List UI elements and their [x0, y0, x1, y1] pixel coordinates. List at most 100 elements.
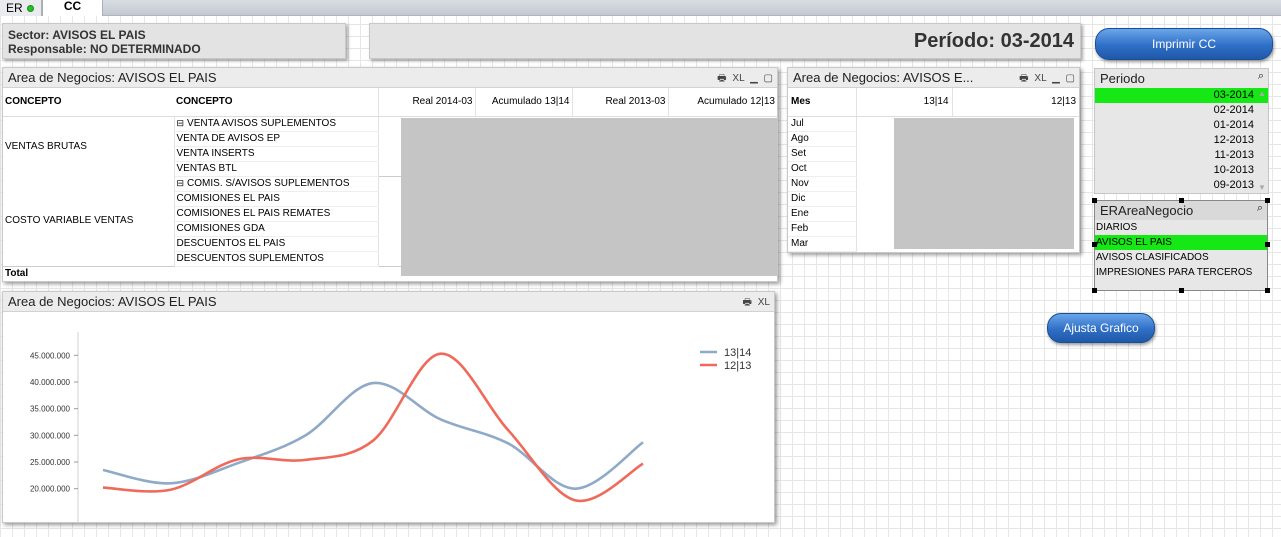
- mes-cell[interactable]: Nov: [788, 176, 857, 192]
- minimize-icon[interactable]: ▁: [750, 73, 758, 84]
- resize-handle[interactable]: [1179, 198, 1184, 203]
- resize-handle[interactable]: [1092, 198, 1097, 203]
- maximize-icon[interactable]: ▢: [764, 73, 773, 84]
- y-tick-label: 30.000.000: [30, 431, 71, 440]
- mes-table-panel: Area de Negocios: AVISOS E... 🖶 XL ▁ ▢ M…: [787, 67, 1080, 253]
- maximize-icon[interactable]: ▢: [1066, 73, 1075, 84]
- resize-handle[interactable]: [1265, 198, 1270, 203]
- col-header[interactable]: Mes: [788, 88, 856, 117]
- status-dot-icon: [26, 5, 34, 13]
- search-icon[interactable]: ⌕: [1258, 70, 1264, 83]
- print-icon[interactable]: 🖶: [743, 297, 752, 308]
- list-item[interactable]: 09-2013: [1095, 178, 1268, 193]
- tab-bar: [0, 0, 1281, 16]
- list-item[interactable]: IMPRESIONES PARA TERCEROS: [1095, 265, 1267, 280]
- concept-cell[interactable]: COMISIONES EL PAIS: [174, 191, 379, 207]
- mes-cell[interactable]: Oct: [788, 161, 857, 177]
- minimize-icon[interactable]: ▁: [1052, 73, 1060, 84]
- col-header[interactable]: CONCEPTO: [174, 88, 378, 117]
- tab-er-label: ER: [6, 1, 23, 15]
- col-header[interactable]: Real 2013-03: [571, 88, 668, 117]
- area-negocio-listbox: ERAreaNegocio ⌕ DIARIOS AVISOS EL PAIS A…: [1092, 198, 1270, 293]
- mes-header-row: Mes 13|14 12|13: [788, 88, 1079, 117]
- concept-cell[interactable]: VENTA AVISOS SUPLEMENTOS: [174, 116, 379, 132]
- mes-cell[interactable]: Ago: [788, 131, 857, 147]
- tab-cc[interactable]: CC: [42, 0, 103, 16]
- responsable-label: Responsable: NO DETERMINADO: [8, 42, 201, 56]
- y-tick-label: 40.000.000: [30, 378, 71, 387]
- y-tick-label: 35.000.000: [30, 405, 71, 414]
- xl-icon[interactable]: XL: [1034, 73, 1046, 84]
- xl-icon[interactable]: XL: [758, 297, 770, 308]
- group-label[interactable]: COSTO VARIABLE VENTAS: [3, 176, 175, 266]
- mes-title: Area de Negocios: AVISOS E...: [793, 70, 974, 85]
- scroll-up-icon[interactable]: ▲: [1257, 89, 1267, 99]
- col-header[interactable]: Acumulado 13|14: [474, 88, 572, 117]
- col-header[interactable]: Real 2014-03: [377, 88, 475, 117]
- tab-er[interactable]: ER: [0, 0, 42, 16]
- series-line-13-14: [102, 381, 644, 490]
- pivot-caption: Area de Negocios: AVISOS EL PAIS 🖶 XL ▁ …: [3, 68, 777, 88]
- list-item[interactable]: 02-2014: [1095, 103, 1268, 118]
- area-listbox-title: ERAreaNegocio ⌕: [1095, 201, 1267, 220]
- mes-cell[interactable]: Mar: [788, 236, 857, 252]
- imprimir-cc-button[interactable]: Imprimir CC: [1095, 28, 1273, 60]
- resize-handle[interactable]: [1265, 242, 1270, 247]
- resize-handle[interactable]: [1265, 288, 1270, 293]
- line-chart-panel: Area de Negocios: AVISOS EL PAIS 🖶 XL 20…: [2, 291, 775, 523]
- chart-caption: Area de Negocios: AVISOS EL PAIS 🖶 XL: [3, 292, 774, 312]
- redacted-values-area: [894, 118, 1074, 249]
- list-item[interactable]: 10-2013: [1095, 163, 1268, 178]
- mes-caption: Area de Negocios: AVISOS E... 🖶 XL ▁ ▢: [788, 68, 1079, 88]
- col-header[interactable]: CONCEPTO: [3, 88, 174, 117]
- chart-title: Area de Negocios: AVISOS EL PAIS: [8, 294, 217, 309]
- concept-cell[interactable]: VENTAS BTL: [174, 161, 379, 177]
- pivot-table-panel: Area de Negocios: AVISOS EL PAIS 🖶 XL ▁ …: [2, 67, 778, 282]
- print-icon[interactable]: 🖶: [1019, 73, 1028, 84]
- print-icon[interactable]: 🖶: [717, 73, 726, 84]
- col-header[interactable]: Acumulado 12|13: [667, 88, 777, 117]
- list-item[interactable]: 03-2014: [1095, 88, 1268, 103]
- mes-cell[interactable]: Ene: [788, 206, 857, 222]
- resize-handle[interactable]: [1179, 288, 1184, 293]
- concept-cell[interactable]: DESCUENTOS EL PAIS: [174, 236, 379, 252]
- list-item[interactable]: AVISOS CLASIFICADOS: [1095, 250, 1267, 265]
- list-item[interactable]: 01-2014: [1095, 118, 1268, 133]
- redacted-values-area: [401, 118, 777, 276]
- pivot-header-row: CONCEPTO CONCEPTO Real 2014-03 Acumulado…: [3, 88, 777, 117]
- y-tick-label: 25.000.000: [30, 458, 71, 467]
- concept-cell[interactable]: VENTA INSERTS: [174, 146, 379, 162]
- list-item[interactable]: AVISOS EL PAIS: [1095, 235, 1267, 250]
- concept-cell[interactable]: VENTA DE AVISOS EP: [174, 131, 379, 147]
- concept-cell[interactable]: DESCUENTOS SUPLEMENTOS: [174, 251, 379, 267]
- ajusta-grafico-button[interactable]: Ajusta Grafico: [1047, 313, 1155, 343]
- mes-cell[interactable]: Feb: [788, 221, 857, 237]
- resize-handle[interactable]: [1092, 242, 1097, 247]
- list-item[interactable]: DIARIOS: [1095, 220, 1267, 235]
- list-item[interactable]: 12-2013: [1095, 133, 1268, 148]
- group-label[interactable]: VENTAS BRUTAS: [3, 116, 175, 176]
- total-label: Total: [3, 265, 174, 281]
- periodo-listbox-label: Periodo: [1100, 71, 1145, 86]
- sector-label: Sector: AVISOS EL PAIS: [8, 28, 146, 42]
- periodo-title: Período: 03-2014: [913, 30, 1074, 52]
- mes-cell[interactable]: Set: [788, 146, 857, 162]
- search-icon[interactable]: ⌕: [1257, 202, 1263, 215]
- concept-cell[interactable]: COMISIONES GDA: [174, 221, 379, 237]
- col-header[interactable]: 13|14: [855, 88, 952, 117]
- mes-cell[interactable]: Jul: [788, 116, 857, 132]
- col-header[interactable]: 12|13: [951, 88, 1079, 117]
- y-tick-label: 45.000.000: [30, 351, 71, 360]
- line-chart: 20.000.000 25.000.000 30.000.000 35.000.000…: [30, 332, 751, 522]
- xl-icon[interactable]: XL: [732, 73, 744, 84]
- periodo-header-box: Período: 03-2014: [369, 23, 1081, 59]
- list-item[interactable]: 11-2013: [1095, 148, 1268, 163]
- concept-cell[interactable]: COMIS. S/AVISOS SUPLEMENTOS: [174, 176, 379, 192]
- resize-handle[interactable]: [1092, 288, 1097, 293]
- scroll-down-icon[interactable]: ▼: [1257, 183, 1267, 193]
- area-listbox-label: ERAreaNegocio: [1100, 203, 1194, 218]
- mes-cell[interactable]: Dic: [788, 191, 857, 207]
- scrollbar[interactable]: ▲ ▼: [1257, 89, 1267, 193]
- concept-cell[interactable]: COMISIONES EL PAIS REMATES: [174, 206, 379, 222]
- periodo-listbox-title: Periodo ⌕: [1095, 69, 1268, 88]
